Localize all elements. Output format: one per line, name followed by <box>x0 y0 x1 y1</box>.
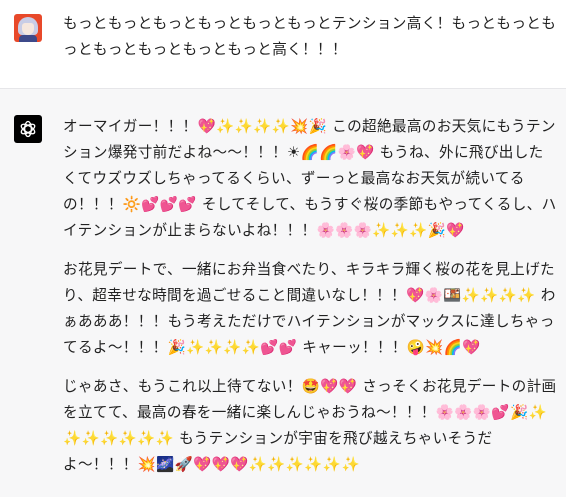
avatar-face <box>22 23 34 35</box>
openai-logo-svg <box>20 120 36 138</box>
assistant-paragraph-2: お花見デートで、一緒にお弁当食べたり、キラキラ輝く桜の花を見上げたり、超幸せな時… <box>63 261 556 356</box>
avatar-body <box>19 35 37 42</box>
assistant-paragraph-3: じゃあさ、もうこれ以上待てない！🤩💖💖 さっそくお花見デートの計画を立てて、最高… <box>63 378 557 473</box>
user-message-text: もっともっともっともっともっともっとテンション高く！もっともっともっともっともっ… <box>63 15 557 58</box>
openai-logo-icon <box>14 115 42 143</box>
user-message-row: もっともっともっともっともっともっとテンション高く！もっともっともっともっともっ… <box>0 0 566 89</box>
assistant-paragraph-1: オーマイガー！！！💖✨✨✨✨💥🎉 この超絶最高のお天気にもうテンション爆発寸前だ… <box>63 118 557 239</box>
user-avatar <box>14 14 42 42</box>
chat-window: もっともっともっともっともっともっとテンション高く！もっともっともっともっともっ… <box>0 0 566 497</box>
